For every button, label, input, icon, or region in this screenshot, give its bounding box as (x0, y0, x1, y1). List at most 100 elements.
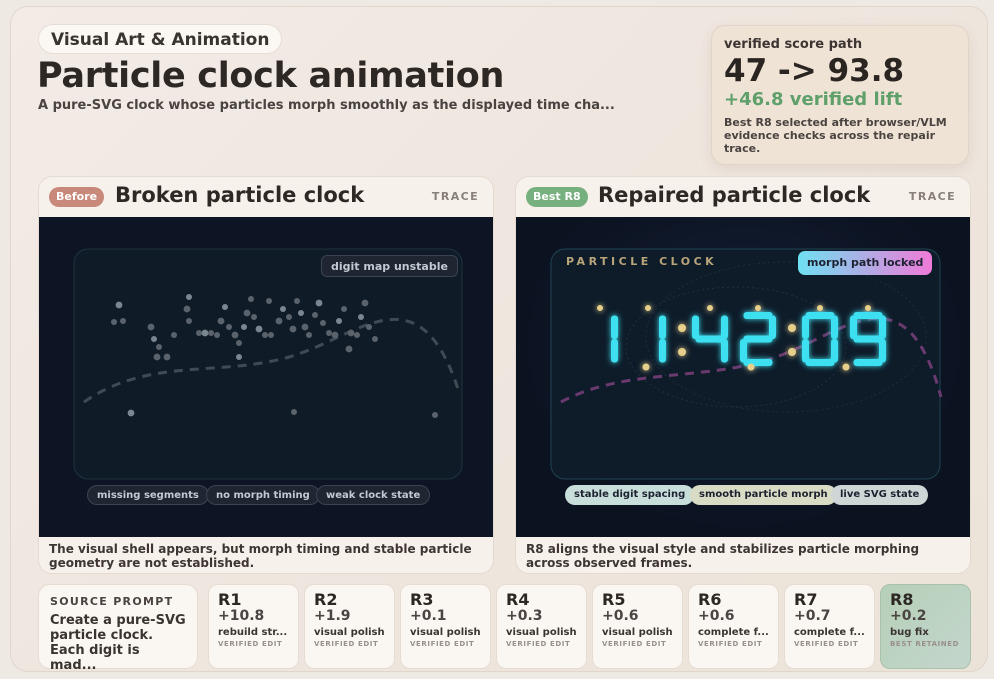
digit-segment (659, 339, 666, 363)
before-title: Broken particle clock (115, 183, 365, 207)
before-caption: The visual shell appears, but morph timi… (49, 542, 472, 570)
digit-segment (850, 315, 857, 339)
round-desc: complete f... (698, 627, 769, 638)
round-delta: +10.8 (218, 608, 265, 624)
score-card: verified score path 47 -> 93.8 +46.8 ver… (711, 25, 969, 165)
round-status: VERIFIED EDIT (506, 640, 571, 648)
particle-dot (236, 340, 242, 346)
particle-dot (331, 331, 339, 339)
particle-dot (788, 324, 796, 332)
round-status: VERIFIED EDIT (794, 640, 859, 648)
round-card-r3[interactable]: R3 +0.1 visual polish VERIFIED EDIT (400, 584, 491, 669)
digit-segment (611, 315, 618, 339)
category-pill: Visual Art & Animation (38, 24, 283, 54)
digit-segment (853, 335, 883, 343)
particle-dot (208, 330, 214, 336)
digit-segment (611, 339, 618, 363)
particle-dot (248, 296, 254, 302)
particle-dot (153, 353, 161, 361)
particle-dot (361, 299, 369, 307)
particle-dot (597, 305, 603, 311)
particle-dot (301, 323, 309, 331)
page-title: Particle clock animation (37, 56, 505, 96)
particle-dot (171, 332, 177, 338)
after-chip-smooth-particle-morph: smooth particle morph (690, 485, 837, 505)
before-chip-no-morph-timing: no morph timing (206, 485, 320, 505)
after-status-chip: morph path locked (798, 251, 933, 275)
particle-dot (147, 323, 155, 331)
before-canvas: digit map unstable missing segments no m… (39, 217, 493, 537)
particle-dot (262, 332, 268, 338)
before-status-chip: digit map unstable (321, 255, 458, 277)
particle-dot (291, 409, 297, 415)
before-trace-link[interactable]: TRACE (432, 190, 479, 203)
round-desc: complete f... (794, 627, 865, 638)
digit-segment (805, 312, 835, 319)
round-card-r5[interactable]: R5 +0.6 visual polish VERIFIED EDIT (592, 584, 683, 669)
particle-dot (222, 304, 228, 310)
round-id: R7 (794, 590, 818, 609)
source-prompt-card[interactable]: SOURCE PROMPT Create a pure-SVG particle… (38, 584, 198, 673)
round-desc: bug fix (890, 627, 929, 638)
particle-dot (372, 336, 378, 342)
round-card-r2[interactable]: R2 +1.9 visual polish VERIFIED EDIT (304, 584, 395, 669)
particle-dot (226, 324, 232, 330)
round-card-r4[interactable]: R4 +0.3 visual polish VERIFIED EDIT (496, 584, 587, 669)
digit-segment (692, 315, 699, 339)
round-id: R8 (890, 590, 914, 609)
digit-segment (879, 315, 886, 339)
round-id: R2 (314, 590, 338, 609)
particle-dot (156, 344, 162, 350)
particle-dot (286, 314, 292, 320)
round-card-r7[interactable]: R7 +0.7 complete f... VERIFIED EDIT (784, 584, 875, 669)
particle-dot (280, 306, 286, 312)
round-delta: +0.7 (794, 608, 831, 624)
round-status: VERIFIED EDIT (410, 640, 475, 648)
round-desc: visual polish (314, 627, 385, 638)
particle-dot (127, 409, 135, 417)
particle-dot (358, 314, 364, 320)
digit-segment (805, 359, 835, 366)
particle-dot (747, 363, 755, 371)
particle-dot (231, 331, 239, 339)
round-desc: visual polish (602, 627, 673, 638)
digit-segment (743, 312, 773, 319)
round-card-r1[interactable]: R1 +10.8 rebuild str... VERIFIED EDIT (208, 584, 299, 669)
round-status: VERIFIED EDIT (314, 640, 379, 648)
digit-segment (721, 315, 728, 339)
particle-dot (645, 305, 651, 311)
particle-dot (707, 305, 713, 311)
round-delta: +0.6 (698, 608, 735, 624)
particle-dot (326, 330, 332, 336)
round-id: R3 (410, 590, 434, 609)
particle-dot (151, 336, 157, 342)
round-card-r6[interactable]: R6 +0.6 complete f... VERIFIED EDIT (688, 584, 779, 669)
before-chip-weak-clock-state: weak clock state (316, 485, 431, 505)
before-badge: Before (49, 187, 105, 207)
particle-dot (354, 332, 360, 338)
digit-segment (879, 339, 886, 363)
particle-dot (217, 317, 225, 325)
particle-dot (120, 318, 126, 324)
digit-segment (831, 315, 838, 339)
particle-dot (115, 301, 123, 309)
after-trace-link[interactable]: TRACE (909, 190, 956, 203)
round-id: R4 (506, 590, 530, 609)
particle-dot (345, 345, 353, 353)
particle-dot (186, 294, 192, 300)
round-status: VERIFIED EDIT (602, 640, 667, 648)
particle-dot (312, 312, 318, 318)
before-panel-header: Before Broken particle clock TRACE (39, 177, 493, 217)
particle-dot (275, 317, 283, 325)
particle-dot (341, 306, 347, 312)
round-desc: visual polish (410, 627, 481, 638)
round-card-r8[interactable]: R8 +0.2 bug fix BEST RETAINED (880, 584, 971, 669)
clock-label: PARTICLE CLOCK (566, 255, 717, 268)
particle-dot (266, 298, 272, 304)
particle-dot (432, 412, 438, 418)
particle-dot (842, 363, 850, 371)
best-badge: Best R8 (526, 187, 588, 207)
after-panel-header: Best R8 Repaired particle clock TRACE (516, 177, 970, 217)
source-prompt-text: Create a pure-SVG particle clock. Each d… (50, 613, 186, 673)
score-path: 47 -> 93.8 (724, 53, 905, 89)
